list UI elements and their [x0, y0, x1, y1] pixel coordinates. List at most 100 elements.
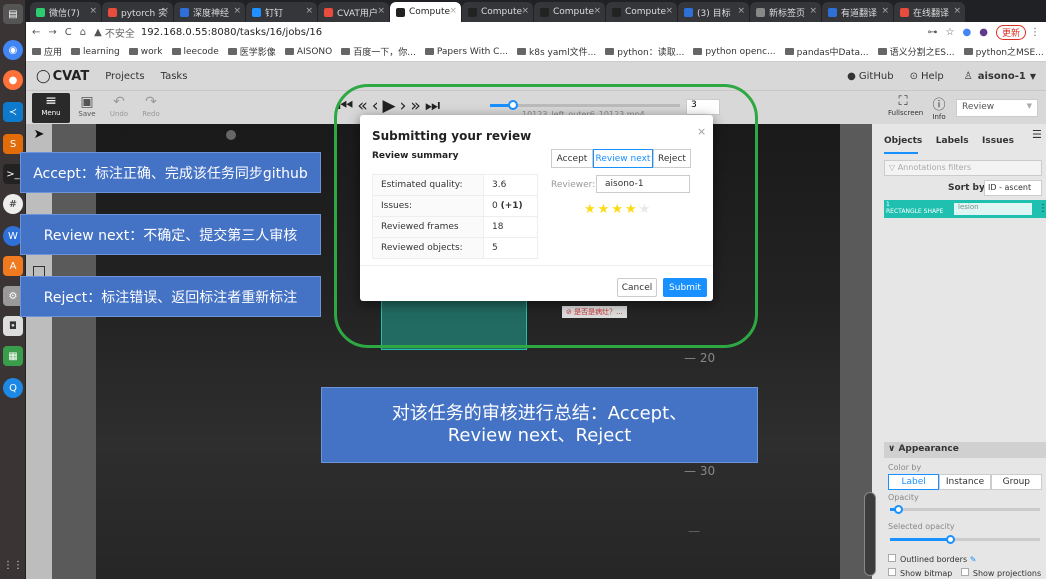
- forward-icon[interactable]: →: [48, 27, 56, 38]
- help-link[interactable]: Help: [921, 71, 944, 82]
- opacity-handle[interactable]: [893, 505, 903, 514]
- back-icon[interactable]: ←: [32, 27, 40, 38]
- calculator-icon[interactable]: ▦: [3, 346, 23, 366]
- key-icon[interactable]: ⊶: [928, 27, 938, 38]
- tab-close-icon[interactable]: ×: [89, 6, 97, 16]
- browser-tab[interactable]: 钉钉 ×: [246, 2, 317, 22]
- object-menu-icon[interactable]: ⋮: [1038, 203, 1046, 214]
- tab-close-icon[interactable]: ×: [233, 6, 241, 16]
- github-icon[interactable]: ●: [847, 71, 856, 82]
- firefox-icon[interactable]: ●: [3, 70, 23, 90]
- tab-close-icon[interactable]: ×: [881, 6, 889, 16]
- profile-icon[interactable]: ●: [979, 27, 988, 38]
- bookmark-item[interactable]: Papers With C...: [424, 47, 508, 57]
- bookmark-item[interactable]: 医学影像: [227, 45, 276, 58]
- browser-tab[interactable]: 在线翻译 ×: [894, 2, 965, 22]
- github-link[interactable]: GitHub: [859, 71, 894, 82]
- sort-select[interactable]: ID - ascent: [984, 180, 1042, 196]
- cancel-button[interactable]: Cancel: [617, 278, 657, 297]
- outlined-borders-checkbox[interactable]: [888, 554, 896, 562]
- bookmark-item[interactable]: k8s yaml文件...: [517, 45, 596, 58]
- bookmark-item[interactable]: python openc...: [693, 47, 776, 57]
- browser-tab[interactable]: pytorch 实 ×: [102, 2, 173, 22]
- zoom-scrollbar[interactable]: [864, 492, 876, 576]
- vscode-icon[interactable]: ≺: [3, 102, 23, 122]
- tab-close-icon[interactable]: ×: [665, 6, 673, 16]
- browser-tab[interactable]: Compute ×: [462, 2, 533, 22]
- camera-icon[interactable]: ◘: [3, 316, 23, 336]
- object-item[interactable]: 1 RECTANGLE SHAPE lesion ⋮: [884, 200, 1046, 218]
- reviewer-input[interactable]: aisono-1: [596, 175, 690, 193]
- star-icon[interactable]: ★: [584, 202, 598, 217]
- sublime-icon[interactable]: S: [3, 134, 23, 154]
- review-next-option[interactable]: Review next: [593, 149, 653, 168]
- bookmark-item[interactable]: leecode: [171, 47, 219, 57]
- bookmark-item[interactable]: work: [128, 47, 163, 57]
- apps-grid-icon[interactable]: ⋮⋮: [3, 555, 23, 575]
- files-icon[interactable]: ▤: [3, 4, 23, 24]
- search-app-icon[interactable]: Q: [3, 378, 23, 398]
- star-icon[interactable]: ★: [625, 202, 639, 217]
- chevron-down-icon[interactable]: ▼: [1030, 72, 1036, 81]
- cursor-icon[interactable]: ➤: [26, 127, 52, 142]
- user-menu[interactable]: aisono-1: [978, 71, 1026, 82]
- tab-close-icon[interactable]: ×: [161, 6, 169, 16]
- nav-tasks[interactable]: Tasks: [161, 71, 188, 82]
- bookmark-item[interactable]: learning: [71, 47, 120, 57]
- browser-tab[interactable]: Compute ×: [606, 2, 677, 22]
- pencil-icon[interactable]: ✎: [970, 555, 977, 564]
- color-by-instance-option[interactable]: Instance: [939, 474, 991, 490]
- star-icon[interactable]: ☆: [946, 27, 955, 38]
- tab-close-icon[interactable]: ×: [953, 6, 961, 16]
- bookmark-item[interactable]: python：读取...: [605, 45, 684, 58]
- tab-close-icon[interactable]: ×: [305, 6, 313, 16]
- object-label-select[interactable]: lesion: [954, 203, 1032, 215]
- browser-tab[interactable]: 深度神经 ×: [174, 2, 245, 22]
- opacity-slider[interactable]: [890, 505, 1040, 514]
- nav-projects[interactable]: Projects: [105, 71, 144, 82]
- bookmark-item[interactable]: 应用: [32, 45, 62, 58]
- accept-option[interactable]: Accept: [551, 149, 593, 168]
- browser-tab[interactable]: (3) 目标 ×: [678, 2, 749, 22]
- quality-rating[interactable]: ★★★★★: [584, 202, 652, 217]
- tab-close-icon[interactable]: ×: [377, 6, 385, 16]
- browser-tab[interactable]: 有道翻译 ×: [822, 2, 893, 22]
- bookmark-item[interactable]: AISONO: [284, 47, 332, 57]
- tab-close-icon[interactable]: ×: [737, 6, 745, 16]
- tab-objects[interactable]: Objects: [884, 136, 922, 146]
- bookmark-item[interactable]: python之MSE...: [963, 45, 1044, 58]
- tab-close-icon[interactable]: ×: [593, 6, 601, 16]
- hash-icon[interactable]: #: [3, 194, 23, 214]
- undo-button[interactable]: ↶ Undo: [108, 94, 130, 118]
- tab-close-icon[interactable]: ×: [521, 6, 529, 16]
- browser-tab[interactable]: 新标签页 ×: [750, 2, 821, 22]
- browser-tab[interactable]: CVAT用户 ×: [318, 2, 389, 22]
- star-icon[interactable]: ★: [639, 202, 653, 217]
- bookmark-item[interactable]: 百度一下，你...: [341, 45, 416, 58]
- tab-close-icon[interactable]: ×: [449, 6, 457, 16]
- annotations-filter-input[interactable]: ▽ Annotations filters: [884, 160, 1042, 176]
- star-icon[interactable]: ★: [598, 202, 612, 217]
- fullscreen-button[interactable]: ⛶ Fullscreen: [888, 94, 923, 117]
- home-icon[interactable]: ⌂: [80, 27, 86, 38]
- tab-issues[interactable]: Issues: [982, 136, 1014, 146]
- redo-button[interactable]: ↷ Redo: [140, 94, 162, 118]
- tab-close-icon[interactable]: ×: [809, 6, 817, 16]
- appearance-header[interactable]: ∨ Appearance: [884, 442, 1046, 458]
- save-button[interactable]: ▣ Save: [76, 94, 98, 118]
- browser-tab[interactable]: Compute ×: [390, 2, 461, 22]
- workspace-select[interactable]: Review ▼: [956, 99, 1038, 117]
- user-icon[interactable]: ♙: [964, 71, 973, 82]
- selected-opacity-handle[interactable]: [946, 535, 955, 544]
- menu-dots-icon[interactable]: ⋮: [1030, 27, 1040, 38]
- browser-tab[interactable]: Compute ×: [534, 2, 605, 22]
- color-by-label-option[interactable]: Label: [888, 474, 940, 490]
- color-by-group-option[interactable]: Group: [990, 474, 1042, 490]
- url-input[interactable]: 192.168.0.55:8080/tasks/16/jobs/16: [141, 27, 322, 38]
- update-button[interactable]: 更新: [995, 24, 1026, 40]
- reload-icon[interactable]: C: [65, 27, 72, 38]
- bookmark-item[interactable]: 语义分割之ES...: [877, 45, 955, 58]
- collapse-icon[interactable]: ☰: [1032, 128, 1042, 141]
- bookmark-item[interactable]: pandas中Data...: [784, 45, 869, 58]
- help-icon[interactable]: ⊙: [910, 71, 918, 82]
